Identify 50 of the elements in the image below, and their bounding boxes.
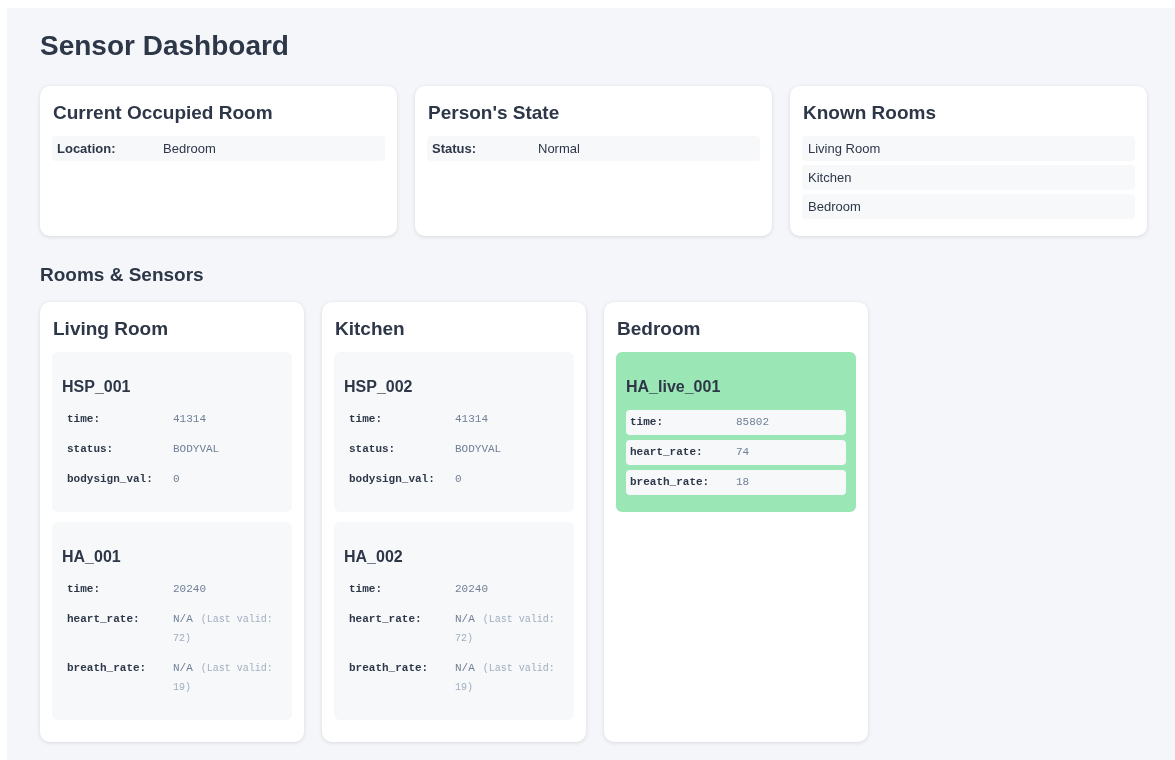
reading-value: 0 <box>455 472 463 487</box>
reading-label: status: <box>349 442 397 457</box>
sensor-name: HSP_001 <box>62 378 132 396</box>
room-title: Living Room <box>53 318 170 340</box>
section-heading: Rooms & Sensors <box>40 264 205 286</box>
reading-value: 20240 <box>455 582 489 597</box>
reading-value: 18 <box>736 475 751 490</box>
reading-label: breath_rate: <box>630 475 711 490</box>
room-title: Bedroom <box>617 318 702 340</box>
reading-label: time: <box>349 582 383 597</box>
reading-label: heart_rate: <box>630 445 704 460</box>
reading-value: N/A (Last valid: 19) <box>455 661 556 695</box>
reading-value: 0 <box>173 472 181 487</box>
reading-label: time: <box>67 412 101 427</box>
card-title: Person's State <box>428 102 561 124</box>
reading-value: 74 <box>736 445 751 460</box>
reading-value: 41314 <box>455 412 489 427</box>
room-list-item: Bedroom <box>802 194 1135 219</box>
reading-value: 41314 <box>173 412 207 427</box>
sensor-name: HA_live_001 <box>626 378 722 396</box>
room-list-item: Kitchen <box>802 165 1135 190</box>
sensor-name: HA_001 <box>62 548 122 566</box>
reading-label: status: <box>67 442 115 457</box>
reading-value: 20240 <box>173 582 207 597</box>
reading-label: breath_rate: <box>349 661 430 676</box>
page-title: Sensor Dashboard <box>40 30 290 62</box>
sensor-name: HSP_002 <box>344 378 414 396</box>
reading-label: breath_rate: <box>67 661 148 676</box>
reading-value: BODYVAL <box>455 442 503 457</box>
field-value: Bedroom <box>163 141 217 156</box>
reading-label: heart_rate: <box>67 612 141 627</box>
card-title: Known Rooms <box>803 102 937 124</box>
room-list-item: Living Room <box>802 136 1135 161</box>
field-label: Location: <box>57 141 117 156</box>
reading-value: N/A (Last valid: 72) <box>173 612 274 646</box>
reading-label: heart_rate: <box>349 612 423 627</box>
reading-value: 85802 <box>736 415 770 430</box>
field-label: Status: <box>432 141 478 156</box>
reading-label: bodysign_val: <box>349 472 436 487</box>
reading-label: time: <box>349 412 383 427</box>
sensor-name: HA_002 <box>344 548 404 566</box>
reading-label: time: <box>67 582 101 597</box>
reading-value: N/A (Last valid: 19) <box>173 661 274 695</box>
reading-value: BODYVAL <box>173 442 221 457</box>
reading-value: N/A (Last valid: 72) <box>455 612 556 646</box>
field-value: Normal <box>538 141 581 156</box>
card-title: Current Occupied Room <box>53 102 274 124</box>
reading-label: bodysign_val: <box>67 472 154 487</box>
reading-label: time: <box>630 415 664 430</box>
room-title: Kitchen <box>335 318 406 340</box>
